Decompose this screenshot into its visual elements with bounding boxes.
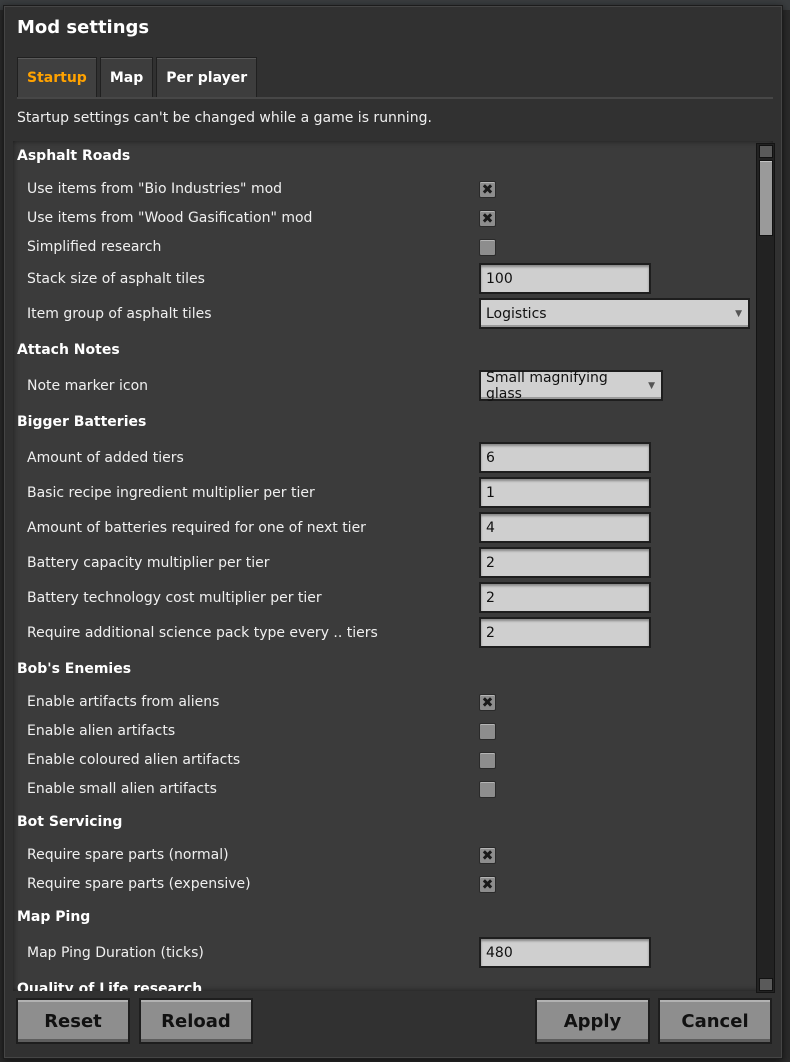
checkmark-icon: ✖ (481, 876, 494, 893)
mod-settings-window: Mod settings Startup Map Per player Star… (3, 5, 783, 1059)
cancel-button[interactable]: Cancel (658, 998, 772, 1044)
chevron-down-icon: ▼ (648, 380, 655, 391)
setting-label: Use items from "Bio Industries" mod (27, 181, 283, 197)
checkmark-icon: ✖ (481, 210, 494, 227)
setting-label: Require spare parts (normal) (27, 847, 229, 863)
setting-label: Note marker icon (27, 378, 149, 394)
setting-label: Use items from "Wood Gasification" mod (27, 210, 313, 226)
chevron-down-icon: ▼ (735, 308, 742, 319)
setting-label: Map Ping Duration (ticks) (27, 945, 204, 961)
setting-label: Basic recipe ingredient multiplier per t… (27, 485, 315, 501)
settings-panel: Asphalt Roads Use items from "Bio Indust… (13, 141, 773, 991)
batteries-required-input[interactable] (479, 512, 651, 543)
setting-label: Require spare parts (expensive) (27, 876, 251, 892)
startup-notice: Startup settings can't be changed while … (17, 110, 432, 126)
artifacts-from-aliens-checkbox[interactable]: ✖ (479, 694, 496, 711)
apply-button[interactable]: Apply (535, 998, 650, 1044)
checkmark-icon: ✖ (481, 181, 494, 198)
scroll-down-cap[interactable] (759, 978, 773, 991)
section-title-bobs-enemies: Bob's Enemies (17, 661, 132, 677)
setting-label: Battery capacity multiplier per tier (27, 555, 270, 571)
map-ping-duration-input[interactable] (479, 937, 651, 968)
dropdown-value: Small magnifying glass (486, 369, 608, 402)
setting-label: Item group of asphalt tiles (27, 306, 212, 322)
scroll-up-cap[interactable] (759, 145, 773, 158)
tab-bar: Startup Map Per player (17, 57, 258, 98)
setting-label: Stack size of asphalt tiles (27, 271, 205, 287)
setting-label: Require additional science pack type eve… (27, 625, 378, 641)
spare-parts-expensive-checkbox[interactable]: ✖ (479, 876, 496, 893)
setting-label: Simplified research (27, 239, 162, 255)
setting-label: Amount of added tiers (27, 450, 184, 466)
wood-gasification-checkbox[interactable]: ✖ (479, 210, 496, 227)
simplified-research-checkbox[interactable] (479, 239, 496, 256)
alien-artifacts-checkbox[interactable] (479, 723, 496, 740)
spare-parts-normal-checkbox[interactable]: ✖ (479, 847, 496, 864)
setting-label: Enable coloured alien artifacts (27, 752, 241, 768)
item-group-dropdown[interactable]: Logistics ▼ (479, 298, 750, 329)
checkmark-icon: ✖ (481, 847, 494, 864)
stack-size-input[interactable] (479, 263, 651, 294)
ingredient-multiplier-input[interactable] (479, 477, 651, 508)
section-title-bot-servicing: Bot Servicing (17, 814, 123, 830)
reset-button[interactable]: Reset (16, 998, 130, 1044)
dropdown-value: Logistics (486, 305, 547, 322)
coloured-alien-artifacts-checkbox[interactable] (479, 752, 496, 769)
section-title-bigger-batteries: Bigger Batteries (17, 414, 147, 430)
section-title-map-ping: Map Ping (17, 909, 91, 925)
note-marker-icon-dropdown[interactable]: Small magnifying glass ▼ (479, 369, 663, 402)
section-title-attach-notes: Attach Notes (17, 342, 120, 358)
tab-per-player[interactable]: Per player (156, 57, 258, 98)
tab-map[interactable]: Map (99, 57, 154, 98)
section-title-asphalt-roads: Asphalt Roads (17, 148, 131, 164)
reload-button[interactable]: Reload (139, 998, 253, 1044)
setting-label: Battery technology cost multiplier per t… (27, 590, 322, 606)
science-pack-tiers-input[interactable] (479, 617, 651, 648)
setting-label: Enable alien artifacts (27, 723, 176, 739)
added-tiers-input[interactable] (479, 442, 651, 473)
small-alien-artifacts-checkbox[interactable] (479, 781, 496, 798)
tech-cost-multiplier-input[interactable] (479, 582, 651, 613)
checkmark-icon: ✖ (481, 694, 494, 711)
tab-startup[interactable]: Startup (17, 57, 97, 98)
setting-label: Amount of batteries required for one of … (27, 520, 366, 536)
tab-divider (17, 97, 773, 99)
section-title-quality-of-life: Quality of Life research (17, 981, 203, 991)
bio-industries-checkbox[interactable]: ✖ (479, 181, 496, 198)
window-title: Mod settings (17, 17, 150, 38)
scroll-thumb[interactable] (759, 160, 773, 236)
setting-label: Enable small alien artifacts (27, 781, 217, 797)
settings-scrollbar[interactable] (756, 143, 775, 993)
capacity-multiplier-input[interactable] (479, 547, 651, 578)
setting-label: Enable artifacts from aliens (27, 694, 220, 710)
